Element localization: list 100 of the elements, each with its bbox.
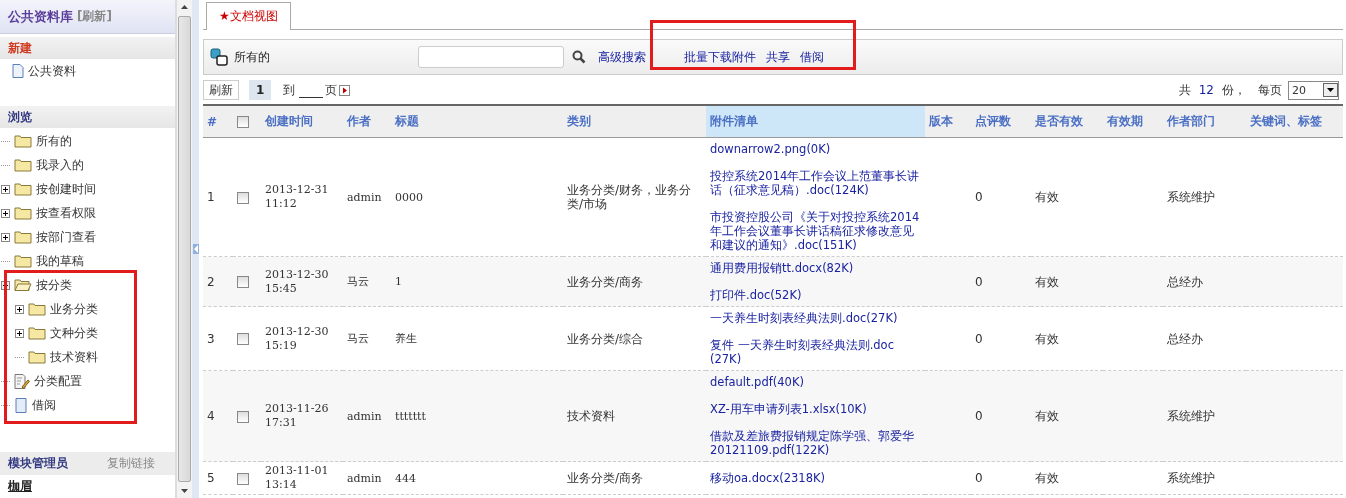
column-header[interactable]: 标题 <box>391 106 563 138</box>
author-cell: 马云 <box>347 275 369 288</box>
expand-icon[interactable] <box>1 184 10 194</box>
tree-item[interactable]: 我的草稿 <box>36 252 84 270</box>
open-folder-icon <box>14 278 32 292</box>
department-cell: 系统维护 <box>1167 190 1215 204</box>
tree-item[interactable]: 业务分类 <box>50 300 98 318</box>
comment-count: 0 <box>975 331 983 346</box>
advanced-search-link[interactable]: 高级搜索 <box>598 48 646 66</box>
total-prefix: 共 <box>1178 81 1191 99</box>
folder-icon <box>14 134 32 148</box>
search-icon[interactable] <box>572 50 586 64</box>
section-heading: 新建 <box>8 39 32 57</box>
comment-count: 0 <box>975 409 983 423</box>
row-number: 2 <box>203 256 233 307</box>
select-all-checkbox[interactable] <box>237 116 249 128</box>
user-link[interactable]: 枷眉 <box>8 478 32 495</box>
toolbar-link[interactable]: 共享 <box>766 48 790 66</box>
department-cell: 总经办 <box>1167 274 1203 289</box>
tree-item[interactable]: 按创建时间 <box>36 180 96 198</box>
toolbar-link[interactable]: 批量下载附件 <box>684 48 756 66</box>
validity-cell: 有效 <box>1035 190 1059 204</box>
attachment-link[interactable]: default.pdf(40K) <box>710 375 921 389</box>
column-header[interactable]: 点评数 <box>971 106 1031 138</box>
attachment-link[interactable]: 投控系统2014年工作会议上范董事长讲话（征求意见稿）.doc(124K) <box>710 169 921 197</box>
folder-icon <box>14 206 32 220</box>
column-header[interactable]: 作者 <box>343 106 391 138</box>
tree-item[interactable]: 我录入的 <box>36 156 84 174</box>
created-date: 2013-11-26 <box>265 402 330 416</box>
created-time: 15:19 <box>265 338 298 353</box>
attachment-link[interactable]: 通用费用报销tt.docx(82K) <box>710 261 921 275</box>
attachment-link[interactable]: XZ-用车申请列表1.xlsx(10K) <box>710 402 921 416</box>
tree-item[interactable]: 公共资料 <box>28 62 76 80</box>
search-field[interactable] <box>418 46 564 68</box>
title-cell: 1 <box>395 275 402 288</box>
title-cell: 养生 <box>395 332 417 345</box>
folder-icon <box>14 158 32 172</box>
per-page-label: 每页 <box>1258 81 1282 99</box>
column-header[interactable]: 类别 <box>563 106 706 138</box>
folder-icon <box>14 230 32 244</box>
tree-item[interactable]: 借阅 <box>32 396 56 414</box>
view-tab[interactable]: ★文档视图 <box>206 2 291 30</box>
row-checkbox[interactable] <box>237 472 249 485</box>
expand-icon[interactable] <box>1 232 10 242</box>
page-label: 页 <box>325 81 338 99</box>
comment-count: 0 <box>975 471 983 485</box>
expand-icon[interactable] <box>15 304 24 314</box>
category-cell: 业务分类/商务 <box>567 274 644 289</box>
per-page-select[interactable]: 20 <box>1288 80 1339 100</box>
column-header[interactable]: 是否有效 <box>1031 106 1103 138</box>
column-header[interactable]: 有效期 <box>1103 106 1163 138</box>
tree-item[interactable]: 文种分类 <box>50 324 98 342</box>
scope-label: 所有的 <box>234 48 270 66</box>
author-cell: admin <box>347 471 382 485</box>
tree-item[interactable]: 按查看权限 <box>36 204 96 222</box>
tree-item[interactable]: 所有的 <box>36 132 72 150</box>
category-cell: 业务分类/财务，业务分类/市场 <box>567 183 692 211</box>
attachment-link[interactable]: 借款及差旅费报销规定陈学强、郭爱华20121109.pdf(122K) <box>710 429 921 457</box>
column-header[interactable]: 创建时间 <box>261 106 343 138</box>
page-number[interactable]: 1 <box>249 80 272 100</box>
goto-label: 到 <box>283 81 296 99</box>
category-cell: 业务分类/综合 <box>567 331 644 346</box>
attachment-link[interactable]: 复件 一天养生时刻表经典法则.doc (27K) <box>710 338 921 366</box>
column-header[interactable]: 作者部门 <box>1163 106 1246 138</box>
folder-icon <box>28 302 46 316</box>
expand-icon[interactable] <box>15 328 24 338</box>
scrollbar[interactable] <box>176 0 192 498</box>
folder-icon <box>14 182 32 196</box>
toolbar-link[interactable]: 借阅 <box>800 48 824 66</box>
column-header[interactable]: # <box>203 106 233 138</box>
collapse-icon[interactable] <box>1 280 10 290</box>
row-checkbox[interactable] <box>237 333 249 345</box>
highlighted-column-header[interactable]: 附件清单 <box>706 106 925 138</box>
refresh-button[interactable]: 刷新 <box>203 80 239 100</box>
validity-cell: 有效 <box>1035 274 1059 289</box>
comment-count: 0 <box>975 274 983 289</box>
validity-cell: 有效 <box>1035 471 1059 485</box>
created-time: 13:14 <box>265 478 298 492</box>
tree-item[interactable]: 按部门查看 <box>36 228 96 246</box>
tree-item[interactable]: 分类配置 <box>34 372 82 390</box>
column-header[interactable]: 关键词、标签 <box>1246 106 1343 138</box>
author-cell: 马云 <box>347 332 369 345</box>
tree-item[interactable]: 按分类 <box>36 276 72 294</box>
row-checkbox[interactable] <box>237 410 249 423</box>
expand-icon[interactable] <box>1 208 10 218</box>
row-checkbox[interactable] <box>237 191 249 204</box>
attachment-link[interactable]: 打印件.doc(52K) <box>710 288 921 302</box>
tree-item[interactable]: 技术资料 <box>50 348 98 366</box>
row-checkbox[interactable] <box>237 276 249 288</box>
row-number: 3 <box>203 306 233 371</box>
attachment-link[interactable]: 一天养生时刻表经典法则.doc(27K) <box>710 311 921 325</box>
attachment-link[interactable]: downarrow2.png(0K) <box>710 142 921 156</box>
title-cell: ttttttt <box>395 409 426 423</box>
column-header[interactable]: 版本 <box>925 106 971 138</box>
category-cell: 业务分类/商务 <box>567 471 644 485</box>
folder-icon <box>14 254 32 268</box>
attachment-link[interactable]: 市投资控股公司《关于对投控系统2014年工作会议董事长讲话稿征求修改意见和建议的通知》.doc(151K) <box>710 210 921 252</box>
attachment-link[interactable]: 移动oa.docx(2318K) <box>710 471 921 485</box>
title-cell: 0000 <box>395 190 423 204</box>
folder-icon <box>28 350 46 364</box>
